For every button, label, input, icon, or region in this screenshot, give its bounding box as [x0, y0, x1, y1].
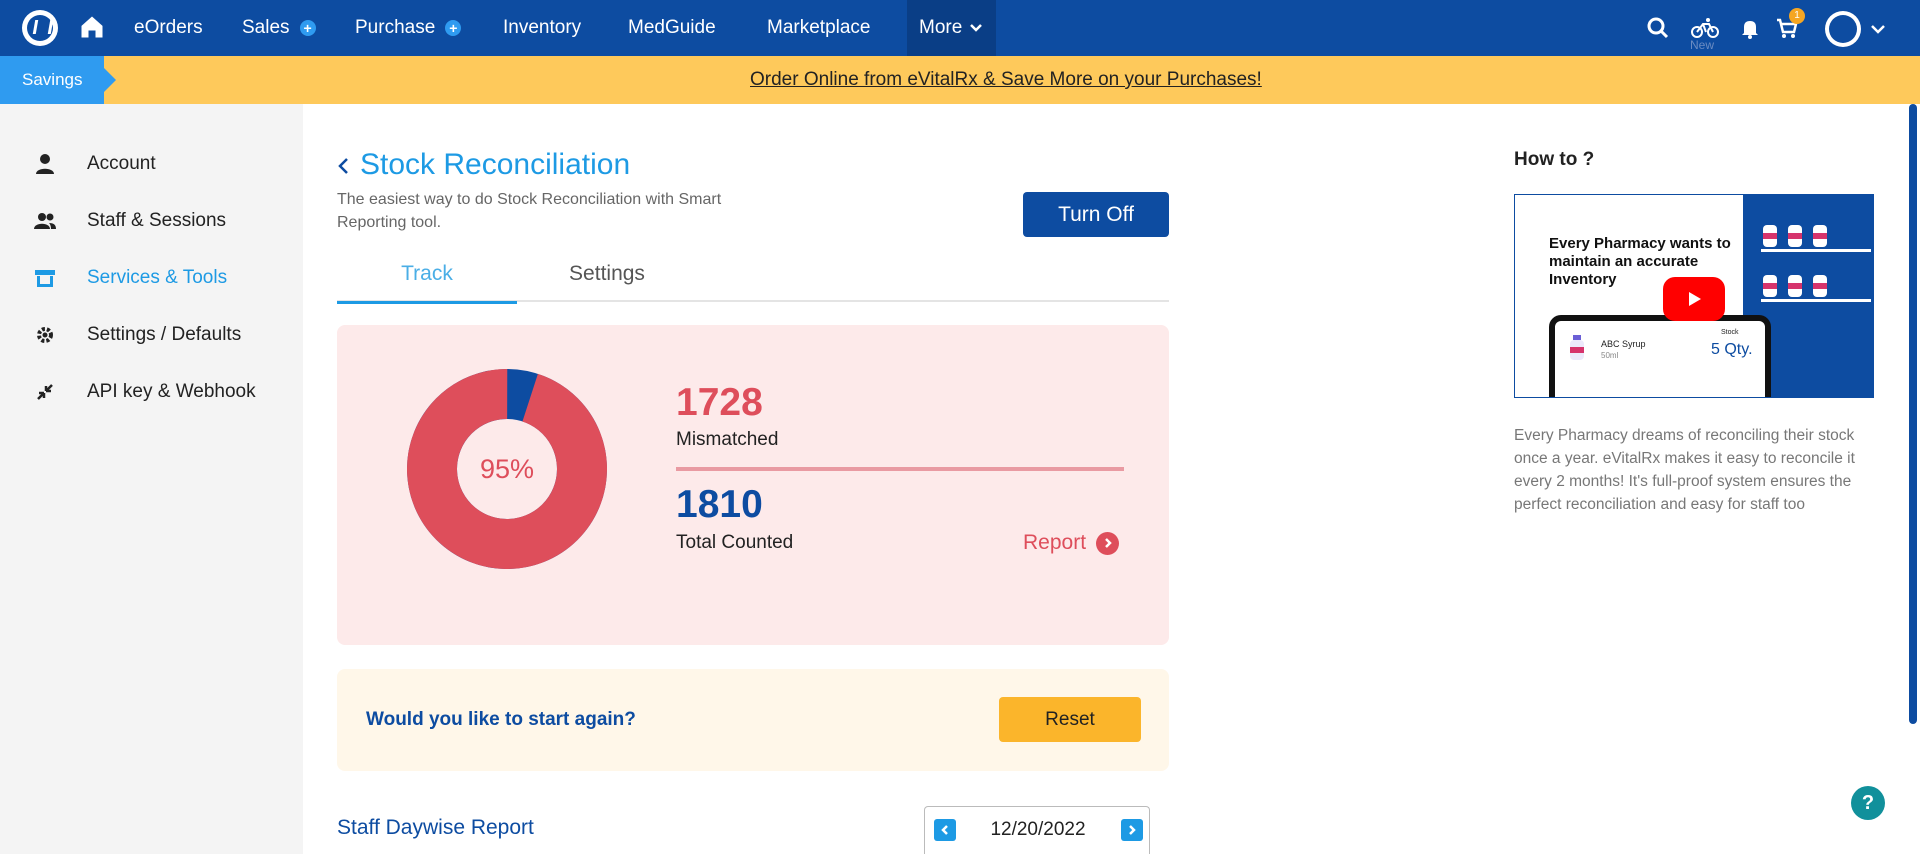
plus-icon[interactable]: +	[299, 20, 316, 36]
nav-sales[interactable]: Sales +	[242, 0, 316, 56]
reset-card: Would you like to start again? Reset	[337, 669, 1169, 771]
cart-badge: 1	[1789, 8, 1805, 24]
sidebar-item-services-tools[interactable]: Services & Tools	[34, 263, 227, 293]
bell-icon[interactable]	[1738, 16, 1762, 40]
nav-purchase[interactable]: Purchase +	[355, 0, 462, 56]
play-icon[interactable]	[1663, 277, 1725, 321]
search-icon[interactable]	[1646, 16, 1670, 40]
reset-button[interactable]: Reset	[999, 697, 1141, 742]
sidebar-item-label: API key & Webhook	[87, 381, 256, 402]
nav-label: Inventory	[503, 17, 582, 38]
donut-percent-label: 95%	[479, 453, 535, 484]
store-icon	[34, 267, 56, 289]
sidebar: Account Staff & Sessions Services & Tool…	[0, 104, 303, 854]
savings-banner: Savings Order Online from eVitalRx & Sav…	[0, 56, 1920, 104]
report-link[interactable]: Report	[1023, 531, 1120, 555]
page-title: Stock Reconciliation	[360, 148, 631, 181]
date-value[interactable]: 12/20/2022	[925, 819, 1151, 841]
howto-description: Every Pharmacy dreams of reconciling the…	[1514, 427, 1855, 513]
avatar[interactable]	[1825, 11, 1861, 47]
nav-label: MedGuide	[628, 17, 716, 38]
video-qty-label: Qty.	[1724, 341, 1753, 358]
total-counted-label: Total Counted	[676, 532, 794, 553]
sidebar-item-label: Account	[87, 153, 156, 174]
sidebar-item-label: Settings / Defaults	[87, 324, 242, 345]
staff-daywise-title: Staff Daywise Report	[337, 816, 534, 839]
sidebar-item-staff-sessions[interactable]: Staff & Sessions	[34, 206, 226, 236]
savings-tag: Savings	[0, 56, 116, 104]
tab-track[interactable]: Track	[337, 262, 517, 304]
new-tag: New	[1690, 38, 1715, 52]
sidebar-item-api-webhook[interactable]: API key & Webhook	[34, 377, 256, 407]
howto-video[interactable]: Every Pharmacy wants to maintain an accu…	[1514, 194, 1874, 398]
stats-divider	[676, 467, 1124, 471]
tab-bar: Track Settings	[337, 258, 1169, 304]
video-qty-value: 5	[1711, 341, 1720, 358]
brand-logo[interactable]	[22, 10, 58, 46]
gear-icon	[34, 324, 56, 346]
compress-icon	[34, 381, 56, 403]
scrollbar[interactable]	[1909, 104, 1917, 724]
nav-more[interactable]: More	[907, 0, 997, 56]
nav-label: eOrders	[134, 17, 203, 38]
chevron-down-icon[interactable]	[1870, 22, 1886, 36]
turn-off-button[interactable]: Turn Off	[1023, 192, 1169, 237]
tab-settings[interactable]: Settings	[517, 262, 697, 302]
chevron-right-icon[interactable]	[1121, 819, 1143, 841]
nav-label: More	[919, 17, 963, 38]
howto-title: How to ?	[1514, 149, 1595, 170]
back-arrow-icon[interactable]	[336, 156, 350, 176]
top-nav: eOrders Sales + Purchase + Inventory MedGu…	[0, 0, 1920, 56]
page-subtitle: The easiest way to do Stock Reconciliati…	[337, 191, 722, 231]
total-counted-count: 1810	[676, 483, 763, 526]
mismatched-label: Mismatched	[676, 429, 779, 450]
reset-question: Would you like to start again?	[366, 709, 636, 730]
sidebar-item-label: Services & Tools	[87, 267, 228, 288]
bottle-icon	[1570, 335, 1584, 360]
report-label: Report	[1023, 531, 1087, 554]
person-icon	[34, 153, 56, 175]
date-picker: 12/20/2022	[924, 806, 1150, 854]
video-stock-label: Stock	[1721, 329, 1739, 336]
help-icon[interactable]: ?	[1851, 786, 1885, 820]
sidebar-item-settings-defaults[interactable]: Settings / Defaults	[34, 320, 241, 350]
bike-icon[interactable]	[1691, 16, 1719, 40]
plus-icon[interactable]: +	[445, 20, 462, 36]
chevron-right-icon	[1096, 531, 1120, 555]
people-icon	[34, 210, 56, 232]
nav-label: Purchase	[355, 17, 436, 38]
nav-label: Sales	[242, 17, 290, 38]
mismatched-count: 1728	[676, 381, 763, 424]
nav-eorders[interactable]: eOrders	[134, 0, 203, 56]
video-qty: 5 Qty.	[1711, 341, 1753, 359]
chevron-left-icon[interactable]	[934, 819, 956, 841]
sidebar-item-account[interactable]: Account	[34, 149, 156, 179]
nav-inventory[interactable]: Inventory	[503, 0, 581, 56]
nav-marketplace[interactable]: Marketplace	[767, 0, 871, 56]
banner-link[interactable]: Order Online from eVitalRx & Save More o…	[750, 69, 1262, 91]
nav-medguide[interactable]: MedGuide	[628, 0, 716, 56]
video-product-size: 50ml	[1601, 351, 1619, 360]
video-product-name: ABC Syrup	[1601, 339, 1646, 349]
nav-label: Marketplace	[767, 17, 871, 38]
reconciliation-stats-card: 95% 1728 Mismatched 1810 Total Counted R…	[337, 325, 1169, 645]
chevron-down-icon	[970, 24, 983, 32]
home-icon[interactable]	[78, 13, 106, 41]
sidebar-item-label: Staff & Sessions	[87, 210, 227, 231]
video-tablet: ABC Syrup 50ml Stock 5 Qty.	[1549, 315, 1771, 397]
